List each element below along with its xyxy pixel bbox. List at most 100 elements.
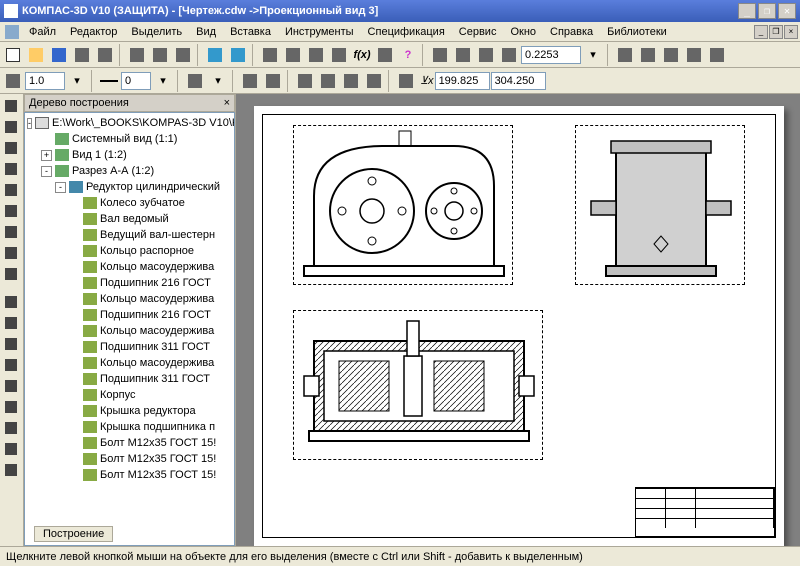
tool-btn-c[interactable] [305, 44, 327, 66]
tree-part[interactable]: Болт М12x35 ГОСТ 15! [69, 467, 232, 483]
snap-btn-2[interactable] [262, 70, 284, 92]
tree-part[interactable]: Кольцо масоудержива [69, 355, 232, 371]
tree-view-system[interactable]: Системный вид (1:1) [41, 131, 232, 147]
tree-part[interactable]: Колесо зубчатое [69, 195, 232, 211]
layer-btn[interactable] [184, 70, 206, 92]
snap-btn-3[interactable] [294, 70, 316, 92]
vtool-17[interactable] [1, 439, 21, 459]
doc-restore[interactable]: ❐ [769, 25, 783, 39]
vtool-14[interactable] [1, 376, 21, 396]
doc-close[interactable]: × [784, 25, 798, 39]
vtool-8[interactable] [1, 243, 21, 263]
layer-dropdown[interactable]: ▾ [207, 70, 229, 92]
tree-assembly[interactable]: - Редуктор цилиндрический [55, 179, 232, 195]
linestyle-dropdown[interactable]: ▾ [152, 70, 174, 92]
view-btn-2[interactable] [637, 44, 659, 66]
tool-btn-b[interactable] [282, 44, 304, 66]
vtool-6[interactable] [1, 201, 21, 221]
zoom-input[interactable] [521, 46, 581, 64]
tool-btn-e[interactable] [374, 44, 396, 66]
view-btn-5[interactable] [706, 44, 728, 66]
maximize-button[interactable]: ❐ [758, 3, 776, 19]
linestyle-input[interactable] [121, 72, 151, 90]
tree-part[interactable]: Кольцо масоудержива [69, 323, 232, 339]
vtool-11[interactable] [1, 313, 21, 333]
vtool-12[interactable] [1, 334, 21, 354]
vtool-5[interactable] [1, 180, 21, 200]
drawing-area[interactable] [236, 94, 800, 546]
preview-button[interactable] [94, 44, 116, 66]
expand-icon[interactable]: - [55, 182, 66, 193]
menu-help[interactable]: Справка [543, 24, 600, 40]
vtool-3[interactable] [1, 138, 21, 158]
snap-btn-5[interactable] [340, 70, 362, 92]
menu-file[interactable]: Файл [22, 24, 63, 40]
tree-part[interactable]: Болт М12x35 ГОСТ 15! [69, 451, 232, 467]
variables-button[interactable]: f(x) [351, 44, 373, 66]
tool-btn-d[interactable] [328, 44, 350, 66]
expand-icon[interactable]: - [41, 166, 52, 177]
expand-icon[interactable]: + [41, 150, 52, 161]
vtool-16[interactable] [1, 418, 21, 438]
tree-part[interactable]: Крышка подшипника п [69, 419, 232, 435]
menu-view[interactable]: Вид [189, 24, 223, 40]
tree-part[interactable]: Подшипник 311 ГОСТ [69, 371, 232, 387]
tree-part[interactable]: Ведущий вал-шестерн [69, 227, 232, 243]
cut-button[interactable] [126, 44, 148, 66]
minimize-button[interactable]: _ [738, 3, 756, 19]
doc-minimize[interactable]: _ [754, 25, 768, 39]
expand-icon[interactable]: - [27, 118, 32, 129]
menu-window[interactable]: Окно [503, 24, 543, 40]
tree-part[interactable]: Корпус [69, 387, 232, 403]
help-button[interactable]: ? [397, 44, 419, 66]
zoom-btn-1[interactable] [429, 44, 451, 66]
print-button[interactable] [71, 44, 93, 66]
redo-button[interactable] [227, 44, 249, 66]
zoom-dropdown[interactable]: ▾ [582, 44, 604, 66]
scale-dropdown[interactable]: ▾ [66, 70, 88, 92]
view-btn-4[interactable] [683, 44, 705, 66]
tree-root[interactable]: - E:\Work\_BOOKS\KOMPAS-3D V10\KC [27, 115, 232, 131]
view-btn-1[interactable] [614, 44, 636, 66]
tree-view-1[interactable]: + Вид 1 (1:2) [41, 147, 232, 163]
x-coord-input[interactable] [435, 72, 490, 90]
copy-button[interactable] [149, 44, 171, 66]
zoom-btn-3[interactable] [475, 44, 497, 66]
menu-editor[interactable]: Редактор [63, 24, 124, 40]
tree-section-aa[interactable]: - Разрез А-А (1:2) [41, 163, 232, 179]
menu-tools[interactable]: Инструменты [278, 24, 361, 40]
tree-part[interactable]: Подшипник 311 ГОСТ [69, 339, 232, 355]
vtool-9[interactable] [1, 264, 21, 284]
paste-button[interactable] [172, 44, 194, 66]
tree-close-button[interactable]: × [224, 97, 230, 109]
tree-part[interactable]: Кольцо масоудержива [69, 291, 232, 307]
menu-insert[interactable]: Вставка [223, 24, 278, 40]
menu-spec[interactable]: Спецификация [361, 24, 452, 40]
tree-part[interactable]: Подшипник 216 ГОСТ [69, 275, 232, 291]
vtool-15[interactable] [1, 397, 21, 417]
tree-part[interactable]: Подшипник 216 ГОСТ [69, 307, 232, 323]
close-button[interactable]: ✕ [778, 3, 796, 19]
zoom-btn-4[interactable] [498, 44, 520, 66]
vtool-1[interactable] [1, 96, 21, 116]
view-btn-3[interactable] [660, 44, 682, 66]
new-button[interactable] [2, 44, 24, 66]
vtool-10[interactable] [1, 292, 21, 312]
vtool-18[interactable] [1, 460, 21, 480]
vtool-7[interactable] [1, 222, 21, 242]
snap-btn-6[interactable] [363, 70, 385, 92]
save-button[interactable] [48, 44, 70, 66]
scale-input[interactable] [25, 72, 65, 90]
tree-part[interactable]: Крышка редуктора [69, 403, 232, 419]
menu-service[interactable]: Сервис [452, 24, 504, 40]
y-coord-input[interactable] [491, 72, 546, 90]
snap-btn-1[interactable] [239, 70, 261, 92]
tree-part[interactable]: Кольцо масоудержива [69, 259, 232, 275]
tree-part[interactable]: Кольцо распорное [69, 243, 232, 259]
vtool-2[interactable] [1, 117, 21, 137]
vtool-13[interactable] [1, 355, 21, 375]
vtool-4[interactable] [1, 159, 21, 179]
zoom-btn-2[interactable] [452, 44, 474, 66]
menu-libraries[interactable]: Библиотеки [600, 24, 674, 40]
menu-select[interactable]: Выделить [124, 24, 189, 40]
